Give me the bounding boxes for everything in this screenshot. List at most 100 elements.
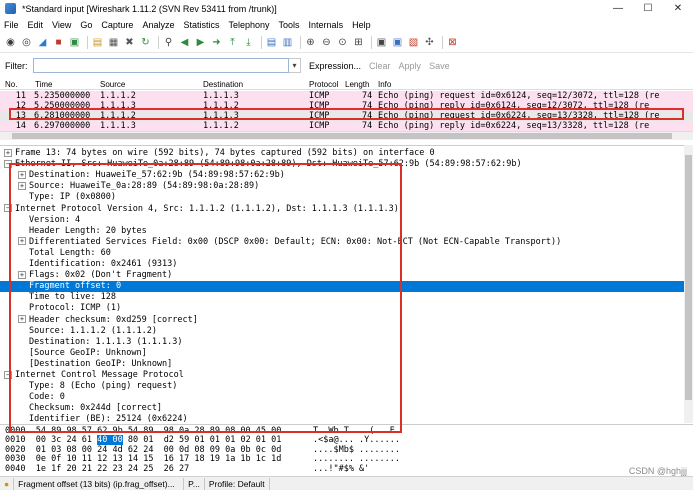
zoom-out-icon[interactable]: ⊖ — [320, 36, 333, 49]
packet-cell-proto: ICMP — [309, 121, 330, 131]
go-to-packet-icon[interactable]: ➜ — [210, 36, 223, 49]
filter-bar: Filter: ▾ Expression... Clear Apply Save — [0, 56, 693, 75]
menu-file[interactable]: File — [4, 20, 19, 30]
stop-capture-icon[interactable]: ■ — [52, 36, 65, 49]
column-header-destination[interactable]: Destination — [203, 80, 243, 89]
hex-row[interactable]: 0040 1e 1f 20 21 22 23 24 25 26 27 ...!"#… — [5, 464, 693, 472]
packet-cell-dst: 1.1.1.3 — [203, 91, 239, 101]
details-vscroll-thumb[interactable] — [685, 155, 692, 400]
packet-cell-time: 5.235000000 — [34, 91, 91, 101]
go-forward-icon[interactable]: ▶ — [194, 36, 207, 49]
menu-help[interactable]: Help — [352, 20, 371, 30]
resize-columns-icon[interactable]: ⊞ — [352, 36, 365, 49]
clear-button[interactable]: Clear — [369, 61, 391, 71]
interfaces-icon[interactable]: ◉ — [4, 36, 17, 49]
main-toolbar: ◉ ◎ ◢ ■ ▣ ▤ ▦ ✖ ↻ ⚲ ◀ ▶ ➜ ⤒ ⤓ ▤ ▥ ⊕ ⊖ ⊙ ⊞ ▣ ▣ ▧ ✣ ⊠ — [0, 33, 693, 53]
column-header-protocol[interactable]: Protocol — [309, 80, 338, 89]
details-vscrollbar[interactable] — [684, 145, 693, 423]
column-header-info[interactable]: Info — [378, 80, 391, 89]
menu-bar: File Edit View Go Capture Analyze Statistics Te… — [0, 17, 693, 32]
column-header-source[interactable]: Source — [100, 80, 125, 89]
colorize-icon[interactable]: ▤ — [265, 36, 278, 49]
detail-row[interactable]: + Frame 13: 74 bytes on wire (592 bits), … — [0, 148, 684, 159]
packet-cell-info: Echo (ping) reply id=0x6224, seq=13/3328… — [378, 121, 650, 131]
minimize-button[interactable]: — — [603, 0, 633, 17]
filter-input[interactable] — [33, 58, 289, 73]
capture-filters-icon[interactable]: ▣ — [375, 36, 388, 49]
packet-cell-len: 74 — [362, 121, 373, 131]
toolbar-separator — [442, 36, 443, 49]
zoom-in-icon[interactable]: ⊕ — [304, 36, 317, 49]
packet-row[interactable]: 11 5.235000000 1.1.1.2 1.1.1.3 ICMP 74 Echo (p… — [0, 91, 693, 101]
find-packet-icon[interactable]: ⚲ — [162, 36, 175, 49]
packet-cell-src: 1.1.1.2 — [100, 91, 136, 101]
save-button[interactable]: Save — [429, 61, 450, 71]
autoscroll-icon[interactable]: ▥ — [281, 36, 294, 49]
menu-view[interactable]: View — [52, 20, 71, 30]
toolbar-separator — [300, 36, 301, 49]
display-filters-icon[interactable]: ▣ — [391, 36, 404, 49]
first-packet-icon[interactable]: ⤒ — [226, 36, 239, 49]
wireshark-app-icon — [5, 3, 16, 14]
column-header-length[interactable]: Length — [345, 80, 369, 89]
expression-button[interactable]: Expression... — [309, 61, 361, 71]
packet-list-hscroll-thumb[interactable] — [12, 133, 672, 139]
close-file-icon[interactable]: ✖ — [123, 36, 136, 49]
packet-cell-src: 1.1.1.3 — [100, 121, 136, 131]
options-icon[interactable]: ◎ — [20, 36, 33, 49]
maximize-button[interactable]: ☐ — [633, 0, 663, 17]
restart-capture-icon[interactable]: ▣ — [68, 36, 81, 49]
coloring-rules-icon[interactable]: ▧ — [407, 36, 420, 49]
menu-go[interactable]: Go — [80, 20, 92, 30]
preferences-icon[interactable]: ✣ — [423, 36, 436, 49]
packet-cell-info: Echo (ping) request id=0x6124, seq=12/30… — [378, 91, 660, 101]
toolbar-separator — [87, 36, 88, 49]
zoom-normal-icon[interactable]: ⊙ — [336, 36, 349, 49]
hex-offset: 0040 — [5, 463, 26, 472]
title-bar: *Standard input [Wireshark 1.11.2 (SVN R… — [0, 0, 693, 17]
status-profile[interactable]: Profile: Default — [205, 477, 270, 490]
toolbar-separator — [371, 36, 372, 49]
ascii-bytes: ...!"#$% &' — [313, 463, 370, 472]
help-icon[interactable]: ⊠ — [446, 36, 459, 49]
last-packet-icon[interactable]: ⤓ — [242, 36, 255, 49]
packet-cell-time: 6.297000000 — [34, 121, 91, 131]
reload-icon[interactable]: ↻ — [139, 36, 152, 49]
highlight-box-details — [9, 163, 402, 433]
expand-icon[interactable]: + — [4, 148, 12, 157]
watermark: CSDN @hghjjj — [628, 466, 687, 476]
column-header-no[interactable]: No. — [5, 80, 17, 89]
status-bar: ● Fragment offset (13 bits) (ip.frag_off… — [0, 476, 693, 490]
column-header-time[interactable]: Time — [35, 80, 52, 89]
status-expert-icon[interactable]: ● — [0, 477, 15, 490]
close-button[interactable]: ✕ — [663, 0, 693, 17]
detail-text: Frame 13: 74 bytes on wire (592 bits), 7… — [15, 148, 435, 158]
menu-edit[interactable]: Edit — [28, 20, 44, 30]
go-back-icon[interactable]: ◀ — [178, 36, 191, 49]
menu-capture[interactable]: Capture — [101, 20, 133, 30]
packet-list-hscrollbar[interactable] — [0, 131, 693, 140]
start-capture-icon[interactable]: ◢ — [36, 36, 49, 49]
filter-label: Filter: — [5, 60, 28, 71]
open-file-icon[interactable]: ▤ — [91, 36, 104, 49]
packet-cell-no: 14 — [15, 121, 26, 131]
highlight-box-selected-packet — [9, 108, 684, 120]
menu-internals[interactable]: Internals — [309, 20, 344, 30]
packet-cell-proto: ICMP — [309, 91, 330, 101]
menu-statistics[interactable]: Statistics — [183, 20, 219, 30]
menu-analyze[interactable]: Analyze — [142, 20, 174, 30]
filter-dropdown-button[interactable]: ▾ — [289, 58, 301, 73]
toolbar-separator — [158, 36, 159, 49]
packet-list-header: No. Time Source Destination Protocol Length In… — [0, 79, 693, 90]
packet-row[interactable]: 14 6.297000000 1.1.1.3 1.1.1.2 ICMP 74 Echo (p… — [0, 121, 693, 131]
save-file-icon[interactable]: ▦ — [107, 36, 120, 49]
packet-cell-dst: 1.1.1.2 — [203, 121, 239, 131]
toolbar-separator — [261, 36, 262, 49]
status-packets: P... — [184, 477, 205, 490]
window-title: *Standard input [Wireshark 1.11.2 (SVN R… — [22, 3, 277, 14]
menu-telephony[interactable]: Telephony — [228, 20, 269, 30]
packet-cell-len: 74 — [362, 91, 373, 101]
menu-tools[interactable]: Tools — [279, 20, 300, 30]
apply-button[interactable]: Apply — [399, 61, 422, 71]
status-field-info: Fragment offset (13 bits) (ip.frag_offse… — [14, 477, 185, 490]
